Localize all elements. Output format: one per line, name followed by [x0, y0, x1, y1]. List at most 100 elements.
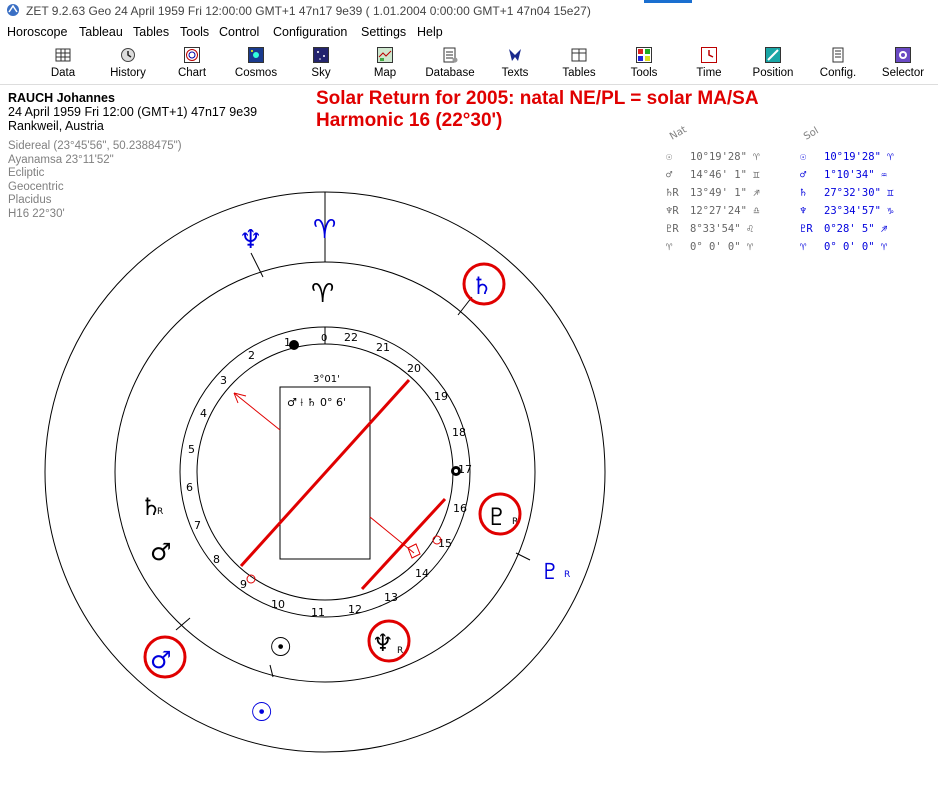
setting-house-system: Placidus — [8, 194, 52, 206]
toolbar-time-label: Time — [696, 67, 722, 79]
outer-ring — [44, 191, 606, 753]
toolbar-sky-button[interactable]: Sky — [286, 46, 356, 79]
solar-value-pluto: 0°28' 5" ♐ — [824, 223, 888, 235]
marker-solar-neptune — [250, 252, 264, 278]
toolbar-tools-label: Tools — [630, 67, 658, 79]
tick-8: 8 — [213, 553, 220, 566]
position-icon — [765, 47, 781, 63]
menu-help[interactable]: Help — [417, 25, 443, 39]
config-icon — [832, 47, 844, 63]
natal-pluto-glyph: ♇ — [486, 503, 508, 531]
menu-tables[interactable]: Tables — [133, 25, 169, 39]
app-icon — [7, 4, 19, 16]
menu-tableau[interactable]: Tableau — [79, 25, 123, 39]
toolbar-texts-label: Texts — [501, 67, 529, 79]
natal-value-pluto: 8°33'54" ♌ — [690, 223, 754, 235]
database-icon — [443, 47, 458, 63]
toolbar-tools-button[interactable]: Tools — [609, 46, 679, 79]
setting-ayanamsa: Ayanamsa 23°11'52" — [8, 153, 114, 166]
toolbar-texts-button[interactable]: Texts — [480, 46, 550, 79]
window-control-strip[interactable] — [644, 0, 692, 3]
window-title: ZET 9.2.63 Geo 24 April 1959 Fri 12:00:0… — [26, 4, 591, 18]
toolbar-position-button[interactable]: Position — [738, 46, 808, 79]
natal-aries-glyph: ♈ — [311, 279, 334, 309]
tick-6: 6 — [186, 481, 193, 494]
toolbar-tables-button[interactable]: Tables — [544, 46, 614, 79]
person-name: RAUCH Johannes — [8, 91, 115, 105]
setting-harmonic: H16 22°30' — [8, 207, 65, 220]
aspect-line-short — [360, 497, 447, 591]
tick-1: 1 — [284, 336, 291, 349]
middle-ring — [114, 261, 536, 683]
center-box-title: 3°01' — [313, 374, 340, 385]
natal-neptune-retro: R — [397, 646, 403, 656]
tick-5: 5 — [188, 443, 195, 456]
small-marker-circle-b — [432, 535, 442, 545]
menu-control[interactable]: Control — [219, 25, 259, 39]
solar-value-aries: 0° 0' 0" ♈ — [824, 241, 888, 253]
natal-glyph-mars: ♂ — [666, 169, 673, 181]
tick-17: 17 — [458, 463, 472, 476]
solar-value-sun: 10°19'28" ♈ — [824, 151, 894, 163]
solar-glyph-sun: ☉ — [800, 151, 807, 163]
natal-saturn-retro: R — [157, 507, 163, 517]
tick-7: 7 — [194, 519, 201, 532]
toolbar-tables-label: Tables — [562, 67, 596, 79]
natal-glyph-neptune: ♆R — [666, 205, 679, 217]
natal-saturn-dot-center — [454, 469, 458, 473]
tick-21: 21 — [376, 341, 390, 354]
toolbar-sky-label: Sky — [311, 67, 331, 79]
tick-10: 10 — [271, 598, 285, 611]
toolbar-selector-button[interactable]: Selector — [868, 46, 938, 79]
solar-value-saturn: 27°32'30" ♊ — [824, 187, 894, 199]
natal-value-saturn: 13°49' 1" ♐ — [690, 187, 760, 199]
person-info: RAUCH Johannes 24 April 1959 Fri 12:00 (… — [8, 91, 257, 133]
person-datetime: 24 April 1959 Fri 12:00 (GMT+1) 47n17 9e… — [8, 105, 258, 119]
setting-coordinates: Ecliptic — [8, 167, 45, 179]
menu-horoscope[interactable]: Horoscope — [7, 25, 67, 39]
time-icon — [701, 47, 717, 63]
toolbar-data-button[interactable]: Data — [28, 46, 98, 79]
texts-icon — [509, 49, 521, 61]
tick-0: 0 — [321, 333, 327, 344]
chart-wheel-icon — [184, 47, 200, 63]
menu-settings[interactable]: Settings — [361, 25, 406, 39]
toolbar-chart-label: Chart — [177, 67, 207, 79]
natal-value-neptune: 12°27'24" ♎ — [690, 205, 760, 217]
tick-20: 20 — [407, 362, 421, 375]
toolbar-map-button[interactable]: Map — [350, 46, 420, 79]
solar-saturn-glyph: ♄ — [471, 272, 493, 300]
toolbar-config-button[interactable]: Config. — [803, 46, 873, 79]
setting-center: Geocentric — [8, 180, 64, 193]
toolbar-history-button[interactable]: History — [93, 46, 163, 79]
natal-value-aries: 0° 0' 0" ♈ — [690, 241, 754, 253]
setting-zodiac: Sidereal (23°45'56", 50.2388475") — [8, 140, 182, 152]
marker-solar-mars — [175, 617, 191, 631]
solar-value-mars: 1°10'34" ♒ — [824, 169, 888, 181]
highlight-solar-saturn — [462, 262, 506, 306]
natal-glyph-pluto: ♇R — [666, 223, 679, 235]
tools-icon — [636, 47, 652, 63]
menu-tools[interactable]: Tools — [180, 25, 209, 39]
tick-2: 2 — [248, 349, 255, 362]
toolbar-database-button[interactable]: Database — [415, 46, 485, 79]
marker-solar-sun — [269, 664, 274, 678]
center-box — [279, 386, 371, 560]
solar-glyph-neptune: ♆ — [800, 205, 807, 217]
toolbar-history-label: History — [110, 67, 146, 79]
tick-22: 22 — [344, 331, 358, 344]
natal-glyph-sun: ☉ — [666, 151, 673, 163]
toolbar-chart-button[interactable]: Chart — [157, 46, 227, 79]
aspect-line-thin-b — [369, 516, 415, 554]
aspect-line-long — [239, 378, 411, 568]
innermost-ring — [196, 343, 454, 601]
toolbar-map-label: Map — [373, 67, 397, 79]
tick-15: 15 — [438, 537, 452, 550]
solar-neptune-glyph: ♆ — [239, 225, 262, 255]
solar-glyph-pluto: ♇R — [800, 223, 813, 235]
positions-headers: Nat Sol — [668, 124, 821, 142]
toolbar-cosmos-button[interactable]: Cosmos — [221, 46, 291, 79]
toolbar-time-button[interactable]: Time — [674, 46, 744, 79]
menu-configuration[interactable]: Configuration — [273, 25, 347, 39]
marker-solar-saturn — [457, 296, 473, 316]
